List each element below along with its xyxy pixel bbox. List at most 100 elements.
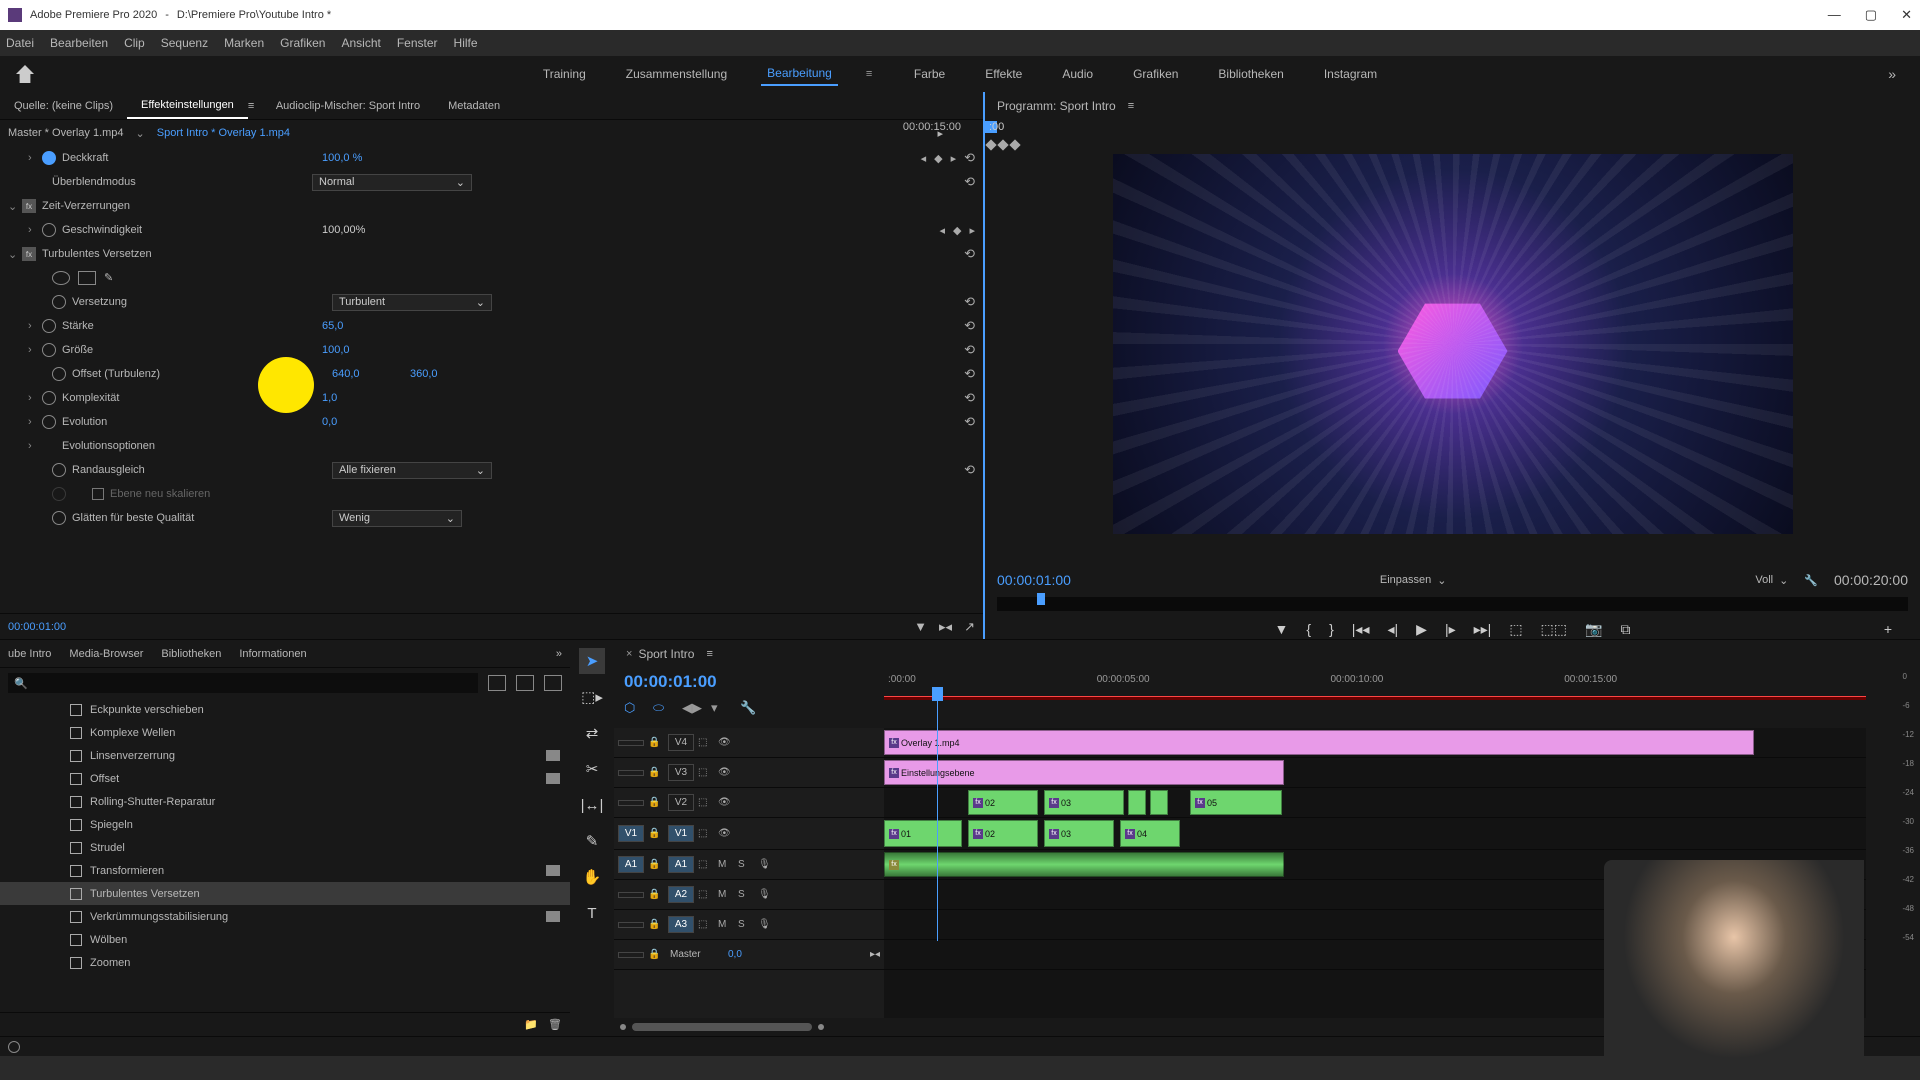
- expand-icon[interactable]: ›: [28, 152, 38, 164]
- reset-icon[interactable]: ⟲: [964, 246, 975, 262]
- menu-marken[interactable]: Marken: [224, 36, 264, 50]
- effect-item[interactable]: Eckpunkte verschieben: [0, 698, 570, 721]
- mute-btn[interactable]: M: [718, 889, 734, 900]
- reset-icon[interactable]: ⟲: [964, 366, 975, 382]
- expand-icon[interactable]: ›: [28, 320, 38, 332]
- sequence-clip-label[interactable]: Sport Intro * Overlay 1.mp4: [157, 127, 290, 139]
- record-icon[interactable]: 🎙: [758, 889, 774, 900]
- stopwatch-icon[interactable]: [52, 463, 66, 477]
- ws-menu-icon[interactable]: ≡: [866, 68, 880, 80]
- ws-bibliotheken[interactable]: Bibliotheken: [1212, 63, 1289, 85]
- sync-lock-icon[interactable]: ⬚: [698, 919, 714, 930]
- mask-ellipse-button[interactable]: [52, 271, 70, 285]
- menu-hilfe[interactable]: Hilfe: [454, 36, 478, 50]
- eye-icon[interactable]: 👁: [718, 797, 734, 808]
- effect-item[interactable]: Zoomen: [0, 951, 570, 974]
- export-icon[interactable]: ↗: [964, 619, 975, 635]
- chevron-down-icon[interactable]: ⌄: [1437, 574, 1446, 587]
- solo-btn[interactable]: S: [738, 889, 754, 900]
- ripple-edit-tool[interactable]: ⇄: [579, 720, 605, 746]
- chevron-down-icon[interactable]: ⌄: [1779, 574, 1788, 587]
- sync-lock-icon[interactable]: ⬚: [698, 859, 714, 870]
- panel-menu-icon[interactable]: ≡: [706, 648, 720, 660]
- val-offset-y[interactable]: 360,0: [410, 368, 470, 380]
- clip-small[interactable]: [1150, 790, 1168, 815]
- src-v1[interactable]: V1: [618, 825, 644, 842]
- menu-datei[interactable]: Datei: [6, 36, 34, 50]
- mask-rect-button[interactable]: [78, 271, 96, 285]
- effect-item[interactable]: Wölben: [0, 928, 570, 951]
- clip-einstellungsebene[interactable]: fxEinstellungsebene: [884, 760, 1284, 785]
- clip-04[interactable]: fx04: [1120, 820, 1180, 847]
- scrub-playhead[interactable]: [1037, 593, 1045, 605]
- eye-icon[interactable]: 👁: [718, 828, 734, 839]
- expand-icon[interactable]: ⌄: [8, 200, 18, 213]
- track-select-tool[interactable]: ⬚▸: [579, 684, 605, 710]
- val-evolution[interactable]: 0,0: [322, 416, 382, 428]
- menu-grafiken[interactable]: Grafiken: [280, 36, 325, 50]
- zoom-in-icon[interactable]: [818, 1024, 824, 1030]
- snap-icon[interactable]: ⬡: [624, 700, 639, 715]
- track-v2[interactable]: V2: [668, 794, 694, 811]
- menu-clip[interactable]: Clip: [124, 36, 145, 50]
- reset-icon[interactable]: ⟲: [964, 318, 975, 334]
- search-input[interactable]: 🔍: [8, 673, 478, 693]
- track-v3[interactable]: V3: [668, 764, 694, 781]
- val-deckkraft[interactable]: 100,0 %: [322, 152, 382, 164]
- maximize-button[interactable]: ▢: [1865, 7, 1877, 23]
- val-groesse[interactable]: 100,0: [322, 344, 382, 356]
- clip-01[interactable]: fx01: [884, 820, 962, 847]
- menu-sequenz[interactable]: Sequenz: [161, 36, 208, 50]
- track-a2[interactable]: A2: [668, 886, 694, 903]
- stopwatch-icon[interactable]: [52, 367, 66, 381]
- stopwatch-icon[interactable]: [42, 391, 56, 405]
- close-tab-icon[interactable]: ×: [626, 648, 632, 660]
- lock-icon[interactable]: 🔒: [648, 949, 664, 960]
- zoom-out-icon[interactable]: [620, 1024, 626, 1030]
- reset-icon[interactable]: ⟲: [964, 390, 975, 406]
- timeline-playhead[interactable]: [932, 687, 943, 701]
- lock-icon[interactable]: 🔒: [648, 737, 664, 748]
- track-a3[interactable]: A3: [668, 916, 694, 933]
- mute-btn[interactable]: M: [718, 859, 734, 870]
- expand-icon[interactable]: ›: [28, 392, 38, 404]
- solo-btn[interactable]: S: [738, 919, 754, 930]
- effect-item[interactable]: Linsenverzerrung: [0, 744, 570, 767]
- clip-02[interactable]: fx02: [968, 790, 1038, 815]
- ws-audio[interactable]: Audio: [1056, 63, 1099, 85]
- hand-tool[interactable]: ✋: [579, 864, 605, 890]
- tab-project[interactable]: ube Intro: [8, 648, 51, 660]
- type-tool[interactable]: T: [579, 900, 605, 926]
- expand-icon[interactable]: ⌄: [8, 248, 18, 261]
- reset-icon[interactable]: ⟲: [964, 174, 975, 190]
- stopwatch-icon[interactable]: [42, 223, 56, 237]
- tab-media-browser[interactable]: Media-Browser: [69, 648, 143, 660]
- lock-icon[interactable]: 🔒: [648, 797, 664, 808]
- ws-effekte[interactable]: Effekte: [979, 63, 1028, 85]
- step-back-icon[interactable]: ◂|: [1387, 621, 1398, 638]
- program-scrubber[interactable]: [997, 597, 1908, 611]
- stopwatch-icon[interactable]: [52, 511, 66, 525]
- menu-fenster[interactable]: Fenster: [397, 36, 438, 50]
- timeline-tab[interactable]: Sport Intro: [638, 647, 694, 661]
- clip-02[interactable]: fx02: [968, 820, 1038, 847]
- stopwatch-icon[interactable]: [52, 295, 66, 309]
- clip-dropdown-icon[interactable]: ⌄: [136, 127, 145, 140]
- program-tc-current[interactable]: 00:00:01:00: [997, 572, 1071, 588]
- lock-icon[interactable]: 🔒: [648, 919, 664, 930]
- val-speed[interactable]: 100,00%: [322, 224, 365, 236]
- stopwatch-icon[interactable]: [42, 343, 56, 357]
- go-in-icon[interactable]: |◂◂: [1352, 621, 1370, 638]
- pen-tool[interactable]: ✎: [579, 828, 605, 854]
- track-v4[interactable]: V4: [668, 734, 694, 751]
- go-out-icon[interactable]: ▸▸|: [1474, 621, 1492, 638]
- program-tab[interactable]: Programm: Sport Intro: [997, 99, 1116, 113]
- mask-pen-icon[interactable]: ✎: [104, 271, 113, 285]
- sync-lock-icon[interactable]: ⬚: [698, 889, 714, 900]
- effect-item[interactable]: Verkrümmungsstabilisierung: [0, 905, 570, 928]
- linked-sel-icon[interactable]: ⬭: [653, 700, 668, 715]
- record-icon[interactable]: 🎙: [758, 859, 774, 870]
- kf-add-icon[interactable]: ◆: [953, 224, 961, 237]
- clip-audio[interactable]: fx: [884, 852, 1284, 877]
- track-v1[interactable]: V1: [668, 825, 694, 842]
